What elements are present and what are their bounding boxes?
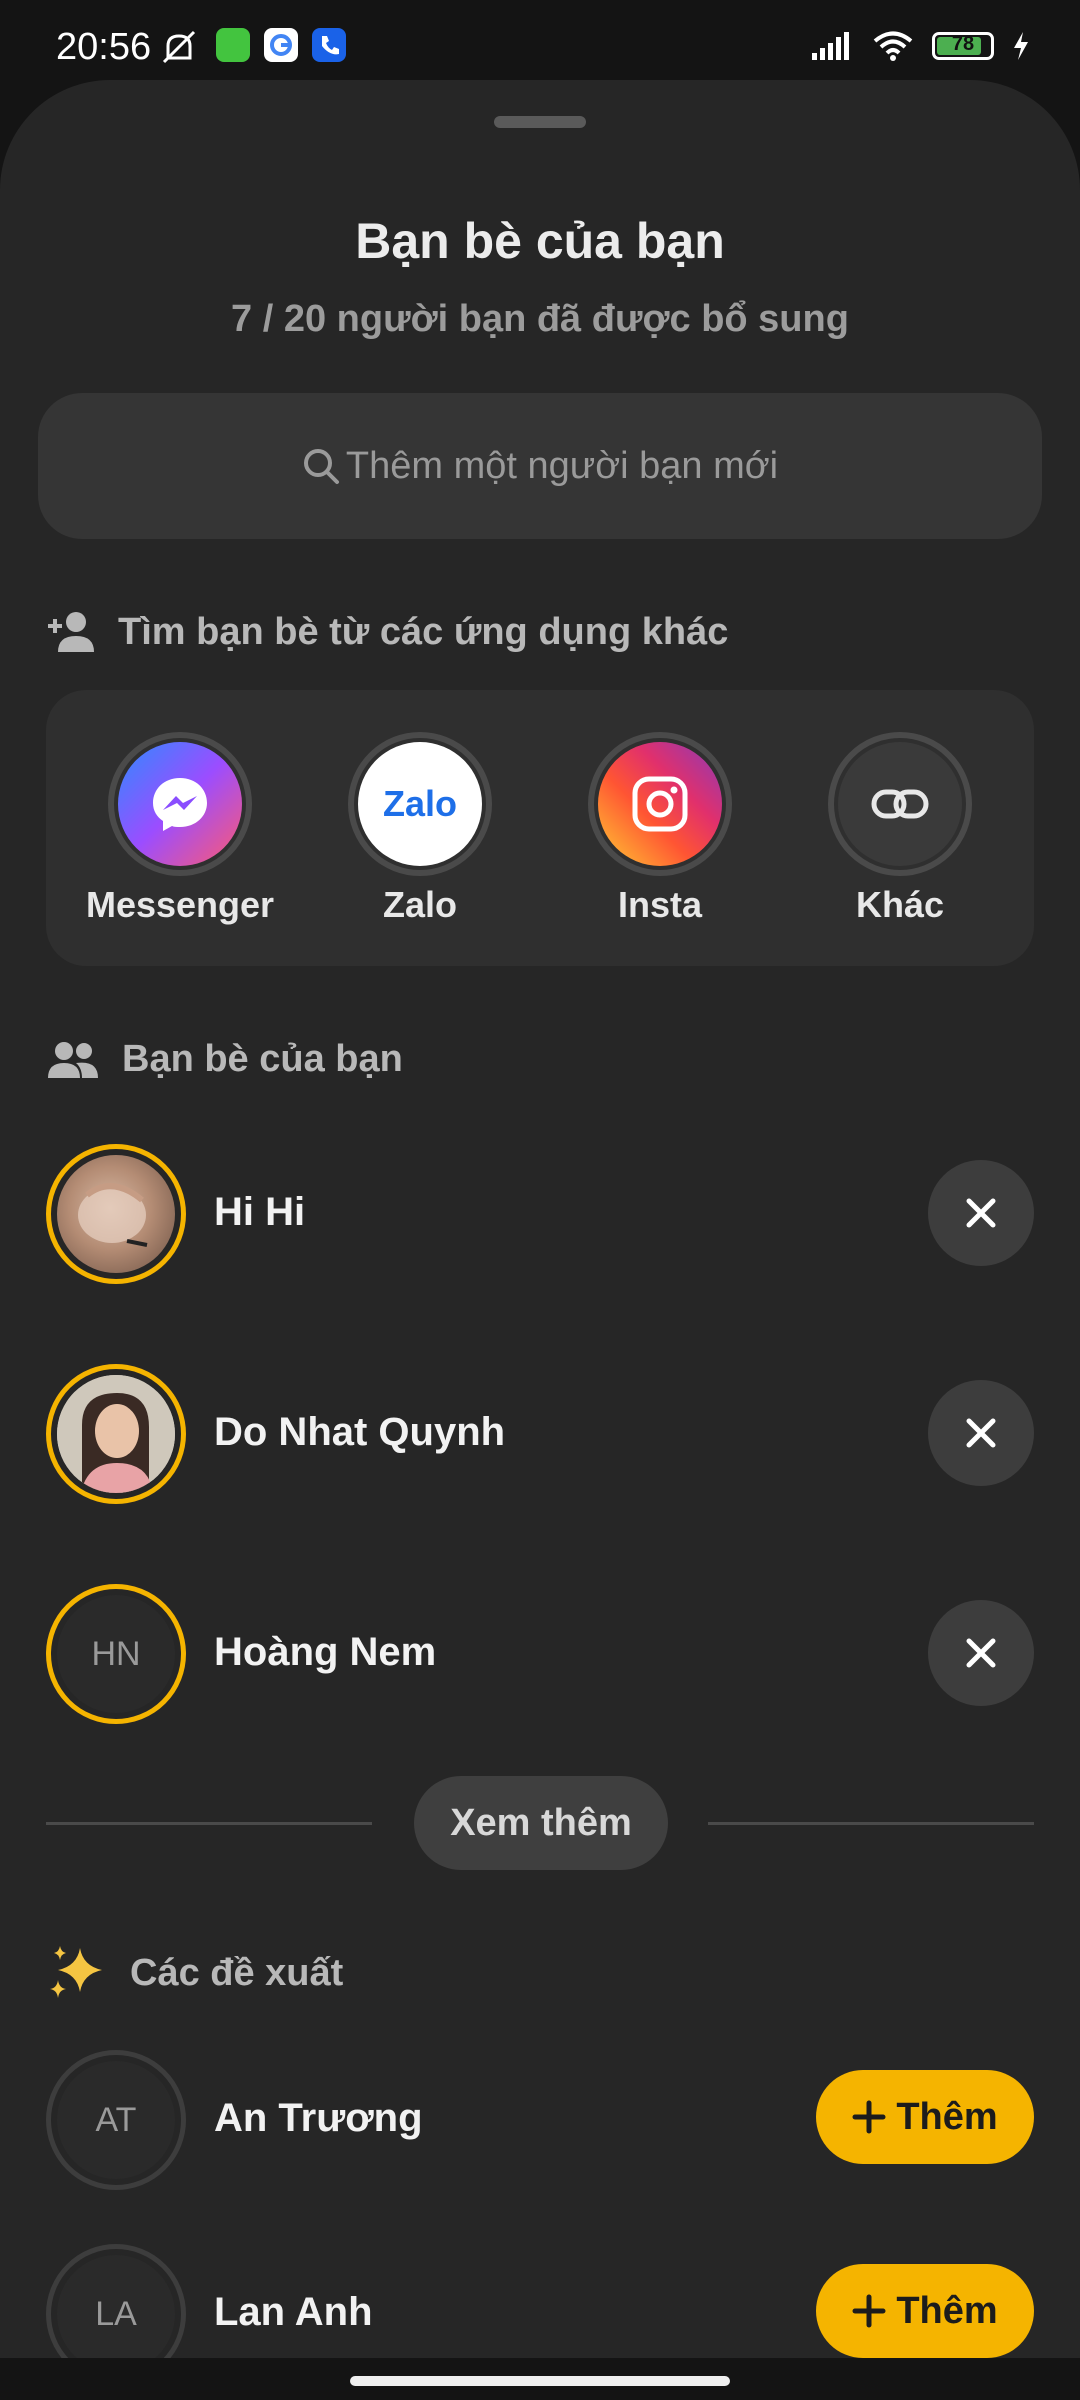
phone-app-icon <box>312 28 346 62</box>
avatar-photo <box>78 1183 148 1247</box>
suggestion-name: Lan Anh <box>214 2290 373 2334</box>
messenger-icon <box>153 778 207 831</box>
signal-icon <box>812 32 849 60</box>
close-icon <box>966 1638 996 1668</box>
remove-friend-button[interactable] <box>928 1380 1034 1486</box>
friend-row: Do Nhat Quynh <box>46 1364 1034 1504</box>
find-apps-header: Tìm bạn bè từ các ứng dụng khác <box>46 610 728 654</box>
add-label: Thêm <box>896 2289 998 2332</box>
suggestion-name: An Trương <box>214 2096 423 2140</box>
mute-icon <box>162 30 196 64</box>
zalo-button[interactable]: Zalo Zalo <box>310 732 530 926</box>
zalo-icon: Zalo <box>382 783 457 824</box>
navigation-bar <box>0 2358 1080 2400</box>
other-label: Khác <box>855 884 945 925</box>
insta-label: Insta <box>617 884 703 925</box>
avatar-initials: AT <box>95 2100 137 2139</box>
close-icon <box>966 1198 996 1228</box>
app-icon <box>216 28 250 62</box>
friend-row: Hi Hi <box>46 1144 1034 1284</box>
drag-handle[interactable] <box>494 116 586 128</box>
plus-icon <box>852 2294 886 2328</box>
divider <box>46 1822 372 1825</box>
zalo-label: Zalo <box>382 884 457 925</box>
suggestion-row: AT An Trương Thêm <box>46 2050 1034 2190</box>
divider <box>708 1822 1034 1825</box>
add-friend-button[interactable]: Thêm <box>816 2264 1034 2358</box>
avatar[interactable] <box>46 1144 186 1284</box>
friends-sheet: Bạn bè của bạn 7 / 20 người bạn đã được … <box>0 80 1080 2400</box>
avatar-initials: HN <box>91 1634 141 1673</box>
battery-icon: 78 <box>932 32 994 60</box>
messenger-button[interactable]: Messenger <box>70 732 290 926</box>
remove-friend-button[interactable] <box>928 1600 1034 1706</box>
avatar-initials: LA <box>95 2294 137 2333</box>
avatar[interactable] <box>46 1364 186 1504</box>
status-bar: 20:56 78 <box>0 0 1080 80</box>
suggestions-header: Các đề xuất <box>46 1942 343 2004</box>
friends-icon <box>48 1041 98 1078</box>
link-icon <box>871 789 929 819</box>
search-input[interactable]: Thêm một người bạn mới <box>38 393 1042 539</box>
page-title: Bạn bè của bạn <box>355 213 725 269</box>
friends-label: Bạn bè của bạn <box>122 1038 403 1080</box>
friend-name: Hi Hi <box>214 1190 306 1234</box>
friend-name: Do Nhat Quynh <box>214 1410 506 1454</box>
search-icon <box>303 449 339 484</box>
see-more-button[interactable]: Xem thêm <box>414 1776 668 1870</box>
add-friend-button[interactable]: Thêm <box>816 2070 1034 2164</box>
apps-card: Messenger Zalo Zalo Insta Khác <box>46 690 1034 966</box>
sparkles-icon <box>50 1946 102 1998</box>
see-more-row: Xem thêm <box>46 1776 1034 1870</box>
avatar[interactable]: AT <box>46 2050 186 2190</box>
remove-friend-button[interactable] <box>928 1160 1034 1266</box>
home-gesture-bar[interactable] <box>350 2376 730 2386</box>
search-placeholder: Thêm một người bạn mới <box>345 444 779 487</box>
avatar[interactable]: HN <box>46 1584 186 1724</box>
find-apps-label: Tìm bạn bè từ các ứng dụng khác <box>118 610 729 653</box>
friend-count: 7 / 20 người bạn đã được bổ sung <box>231 298 849 340</box>
instagram-icon <box>632 776 688 832</box>
suggestions-label: Các đề xuất <box>130 1951 344 1994</box>
close-icon <box>966 1418 996 1448</box>
friend-row: HN Hoàng Nem <box>46 1584 1034 1724</box>
wifi-icon <box>873 31 913 61</box>
status-time: 20:56 <box>56 26 152 68</box>
other-link-button[interactable]: Khác <box>790 732 1010 926</box>
messenger-label: Messenger <box>85 884 275 925</box>
google-icon <box>264 28 298 62</box>
add-label: Thêm <box>896 2095 998 2138</box>
battery-level: 78 <box>951 33 975 55</box>
friends-header: Bạn bè của bạn <box>46 1038 403 1081</box>
plus-icon <box>852 2100 886 2134</box>
friend-name: Hoàng Nem <box>214 1630 437 1674</box>
instagram-button[interactable]: Insta <box>550 732 770 926</box>
charging-icon <box>1014 32 1028 60</box>
avatar-photo <box>57 1375 175 1493</box>
add-person-icon <box>48 612 94 652</box>
